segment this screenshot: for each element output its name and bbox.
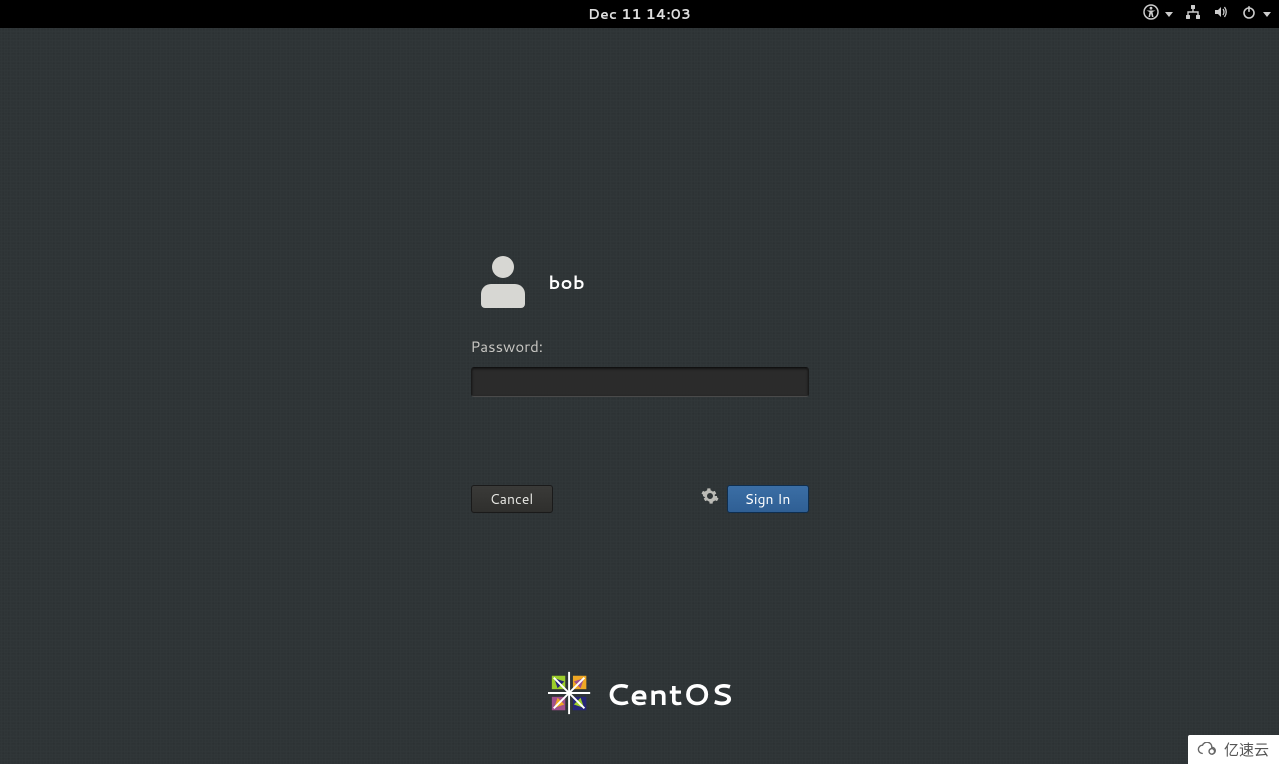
watermark: 亿速云 [1188,735,1279,764]
chevron-down-icon [1263,12,1271,17]
accessibility-menu[interactable] [1143,4,1173,25]
avatar-icon [479,256,527,308]
accessibility-icon [1143,4,1159,25]
volume-high-icon [1213,4,1229,25]
chevron-down-icon [1165,12,1173,17]
session-options-button[interactable] [701,487,719,511]
gear-icon [701,487,719,505]
watermark-text: 亿速云 [1224,739,1269,760]
top-bar: Dec 11 14:03 [0,0,1279,28]
login-panel: bob Password: Cancel Sign In [471,256,809,513]
centos-logo-icon [546,670,592,716]
login-buttons: Cancel Sign In [471,485,809,513]
distro-name: CentOS [606,672,734,715]
password-label: Password: [471,336,809,357]
signin-button[interactable]: Sign In [727,485,809,513]
cloud-icon [1196,742,1218,758]
top-bar-right [1143,0,1271,28]
password-input[interactable] [471,367,809,397]
cancel-button[interactable]: Cancel [471,485,553,513]
network-menu[interactable] [1185,4,1201,25]
clock-label[interactable]: Dec 11 14:03 [588,4,691,24]
volume-menu[interactable] [1213,4,1229,25]
selected-user: bob [471,256,809,308]
wired-network-icon [1185,4,1201,25]
distro-branding: CentOS [546,670,734,716]
power-menu[interactable] [1241,4,1271,25]
signin-group: Sign In [701,485,809,513]
power-icon [1241,4,1257,25]
username-label: bob [549,269,585,295]
